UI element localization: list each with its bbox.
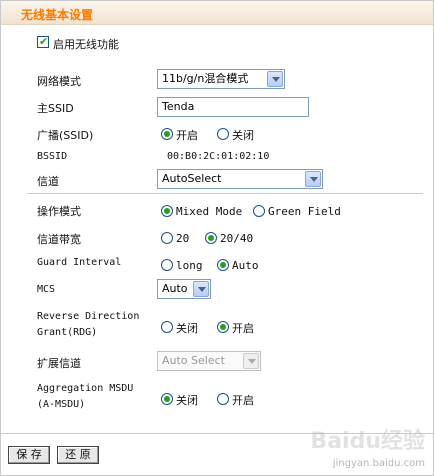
- enable-wireless-label: 启用无线功能: [53, 38, 119, 51]
- mixed-mode-label: Mixed Mode: [176, 205, 243, 218]
- rdg-off-radio[interactable]: [161, 321, 173, 333]
- network-mode-label: 网络模式: [37, 75, 81, 88]
- mixed-mode-radio[interactable]: [161, 205, 173, 217]
- amsdu-label-line1: Aggregation MSDU: [37, 383, 134, 394]
- amsdu-off-radio[interactable]: [161, 393, 173, 405]
- restore-button[interactable]: 还 原: [57, 446, 99, 464]
- baidu-watermark-url: jingyan.baidu.com: [332, 458, 425, 469]
- amsdu-off-label: 关闭: [176, 394, 198, 407]
- guard-long-radio[interactable]: [161, 259, 173, 271]
- section-divider: [27, 193, 423, 194]
- amsdu-on-radio[interactable]: [217, 393, 229, 405]
- guard-interval-label: Guard Interval: [37, 257, 122, 268]
- broadcast-off-radio[interactable]: [217, 128, 229, 140]
- chevron-down-icon[interactable]: [267, 71, 283, 87]
- broadcast-on-label: 开启: [176, 129, 198, 142]
- checkmark-icon: ✔: [39, 35, 49, 48]
- mcs-value: Auto: [162, 282, 188, 295]
- green-field-radio[interactable]: [253, 205, 265, 217]
- channel-select[interactable]: AutoSelect: [157, 169, 323, 189]
- rdg-off-label: 关闭: [176, 322, 198, 335]
- settings-panel: 无线基本设置 ✔ 启用无线功能 网络模式 11b/g/n混合模式 主SSID T…: [0, 0, 434, 476]
- ext-channel-select[interactable]: Auto Select: [157, 351, 261, 371]
- amsdu-label-line2: (A-MSDU): [37, 399, 86, 410]
- network-mode-select[interactable]: 11b/g/n混合模式: [157, 69, 285, 89]
- amsdu-on-label: 开启: [232, 394, 254, 407]
- chevron-down-icon[interactable]: [243, 353, 259, 369]
- save-button[interactable]: 保 存: [8, 446, 50, 464]
- channel-label: 信道: [37, 175, 59, 188]
- ext-channel-value: Auto Select: [162, 354, 225, 367]
- baidu-watermark: Baidu经验: [310, 429, 425, 454]
- ssid-value: Tenda: [162, 100, 195, 113]
- guard-long-label: long: [176, 259, 203, 272]
- enable-wireless-checkbox[interactable]: ✔: [37, 35, 49, 48]
- green-field-label: Green Field: [268, 205, 341, 218]
- bandwidth-20-label: 20: [176, 232, 190, 245]
- rdg-label-line1: Reverse Direction: [37, 311, 140, 322]
- ext-channel-label: 扩展信道: [37, 357, 81, 370]
- rdg-on-label: 开启: [232, 322, 254, 335]
- title-bar: 无线基本设置: [1, 1, 433, 25]
- rdg-label-line2: Grant(RDG): [37, 327, 98, 338]
- guard-auto-radio[interactable]: [217, 259, 229, 271]
- bssid-value: 00:B0:2C:01:02:10: [167, 151, 270, 162]
- mcs-select[interactable]: Auto: [157, 279, 211, 299]
- rdg-on-radio[interactable]: [217, 321, 229, 333]
- page-title: 无线基本设置: [21, 8, 94, 22]
- channel-value: AutoSelect: [162, 172, 222, 185]
- bandwidth-20-40-radio[interactable]: [205, 232, 217, 244]
- network-mode-value: 11b/g/n混合模式: [162, 72, 249, 85]
- broadcast-label: 广播(SSID): [37, 129, 94, 142]
- channel-bandwidth-label: 信道带宽: [37, 233, 81, 246]
- chevron-down-icon[interactable]: [193, 281, 209, 297]
- ssid-label: 主SSID: [37, 102, 74, 115]
- broadcast-on-radio[interactable]: [161, 128, 173, 140]
- ssid-input[interactable]: Tenda: [157, 97, 309, 117]
- bandwidth-20-radio[interactable]: [161, 232, 173, 244]
- operation-mode-label: 操作模式: [37, 205, 81, 218]
- bandwidth-20-40-label: 20/40: [220, 232, 254, 245]
- chevron-down-icon[interactable]: [305, 171, 321, 187]
- guard-auto-label: Auto: [232, 259, 259, 272]
- broadcast-off-label: 关闭: [232, 129, 254, 142]
- mcs-label: MCS: [37, 284, 56, 295]
- bssid-label: BSSID: [37, 151, 68, 162]
